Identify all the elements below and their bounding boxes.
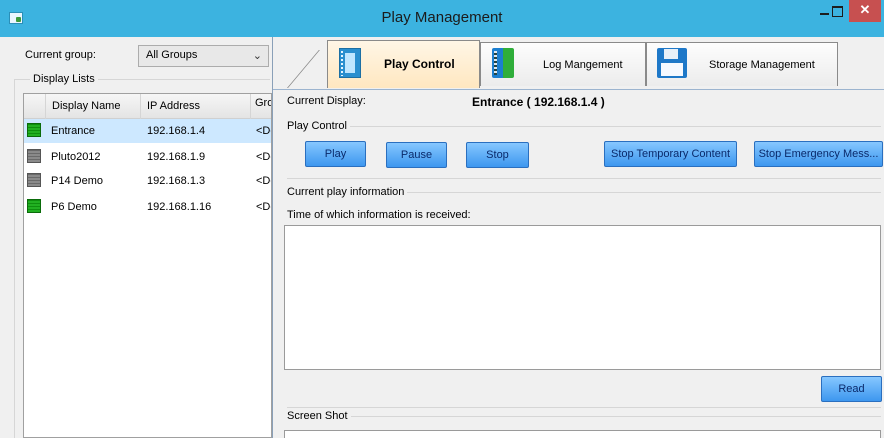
display-group: <De	[256, 201, 271, 213]
time-received-label: Time of which information is received:	[287, 209, 474, 221]
display-ip: 192.168.1.4	[147, 125, 206, 137]
display-ip: 192.168.1.16	[147, 201, 212, 213]
screen-shot-section-divider	[287, 416, 881, 417]
window-title: Play Management	[381, 9, 503, 26]
stop-temporary-content-button[interactable]: Stop Temporary Content	[604, 141, 737, 167]
display-group: <De	[256, 125, 271, 137]
column-header-group[interactable]: Gro	[251, 94, 271, 119]
chevron-down-icon: ⌄	[252, 50, 262, 62]
tab-log-management[interactable]: Log Mangement	[480, 42, 646, 86]
display-ip: 192.168.1.9	[147, 151, 206, 163]
screen-shot-divider	[287, 407, 881, 408]
play-control-divider	[287, 126, 881, 127]
display-list[interactable]: Display Name IP Address Gro Entrance 192…	[23, 93, 272, 438]
play-button[interactable]: Play	[305, 141, 366, 167]
display-online-icon	[27, 199, 41, 213]
display-online-icon	[27, 123, 41, 137]
display-name: Pluto2012	[51, 151, 101, 163]
floppy-disk-icon	[657, 48, 687, 78]
display-offline-icon	[27, 173, 41, 187]
display-row[interactable]: P14 Demo 192.168.1.3 <De	[24, 169, 271, 193]
group-select-value: All Groups	[146, 49, 198, 61]
stop-button[interactable]: Stop	[466, 142, 529, 168]
display-name: Entrance	[51, 125, 96, 137]
current-display-label: Current Display:	[287, 95, 366, 107]
play-control-section-label: Play Control	[287, 120, 350, 132]
display-name: P6 Demo	[51, 201, 97, 213]
close-button[interactable]: ✕	[849, 0, 881, 22]
tab-storage-management-label: Storage Management	[709, 59, 815, 71]
current-display-value: Entrance ( 192.168.1.4 )	[472, 95, 605, 109]
read-button[interactable]: Read	[821, 376, 882, 402]
display-list-header: Display Name IP Address Gro	[24, 94, 271, 119]
column-header-display-name[interactable]: Display Name	[46, 94, 141, 119]
log-book-icon	[492, 48, 514, 78]
tab-log-management-label: Log Mangement	[543, 59, 623, 71]
screen-shot-label: Screen Shot	[287, 410, 351, 422]
title-bar: Play Management ✕	[0, 0, 884, 37]
current-play-info-label: Current play information	[287, 186, 408, 198]
display-ip: 192.168.1.3	[147, 175, 206, 187]
display-row[interactable]: Entrance 192.168.1.4 <De	[24, 119, 271, 143]
stop-emergency-message-button[interactable]: Stop Emergency Mess...	[754, 141, 883, 167]
maximize-button[interactable]	[827, 0, 849, 24]
display-row[interactable]: Pluto2012 192.168.1.9 <De	[24, 145, 271, 169]
current-group-label: Current group:	[25, 49, 96, 61]
tab-play-control[interactable]: Play Control	[327, 40, 480, 88]
play-information-textbox[interactable]	[284, 225, 881, 370]
current-play-divider	[287, 178, 881, 179]
display-offline-icon	[27, 149, 41, 163]
screen-shot-area	[284, 430, 881, 438]
display-row[interactable]: P6 Demo 192.168.1.16 <De	[24, 195, 271, 219]
display-lists-label: Display Lists	[30, 73, 98, 85]
column-header-icon[interactable]	[24, 94, 46, 119]
display-name: P14 Demo	[51, 175, 103, 187]
tab-play-control-label: Play Control	[384, 57, 455, 71]
column-header-ip-address[interactable]: IP Address	[141, 94, 251, 119]
film-icon	[339, 48, 361, 78]
group-select[interactable]: All Groups ⌄	[138, 45, 269, 67]
display-group: <De	[256, 175, 271, 187]
display-group: <De	[256, 151, 271, 163]
tab-strip: Play Control Log Mangement Storage Manag…	[273, 37, 884, 89]
pause-button[interactable]: Pause	[386, 142, 447, 168]
tab-storage-management[interactable]: Storage Management	[646, 42, 838, 86]
